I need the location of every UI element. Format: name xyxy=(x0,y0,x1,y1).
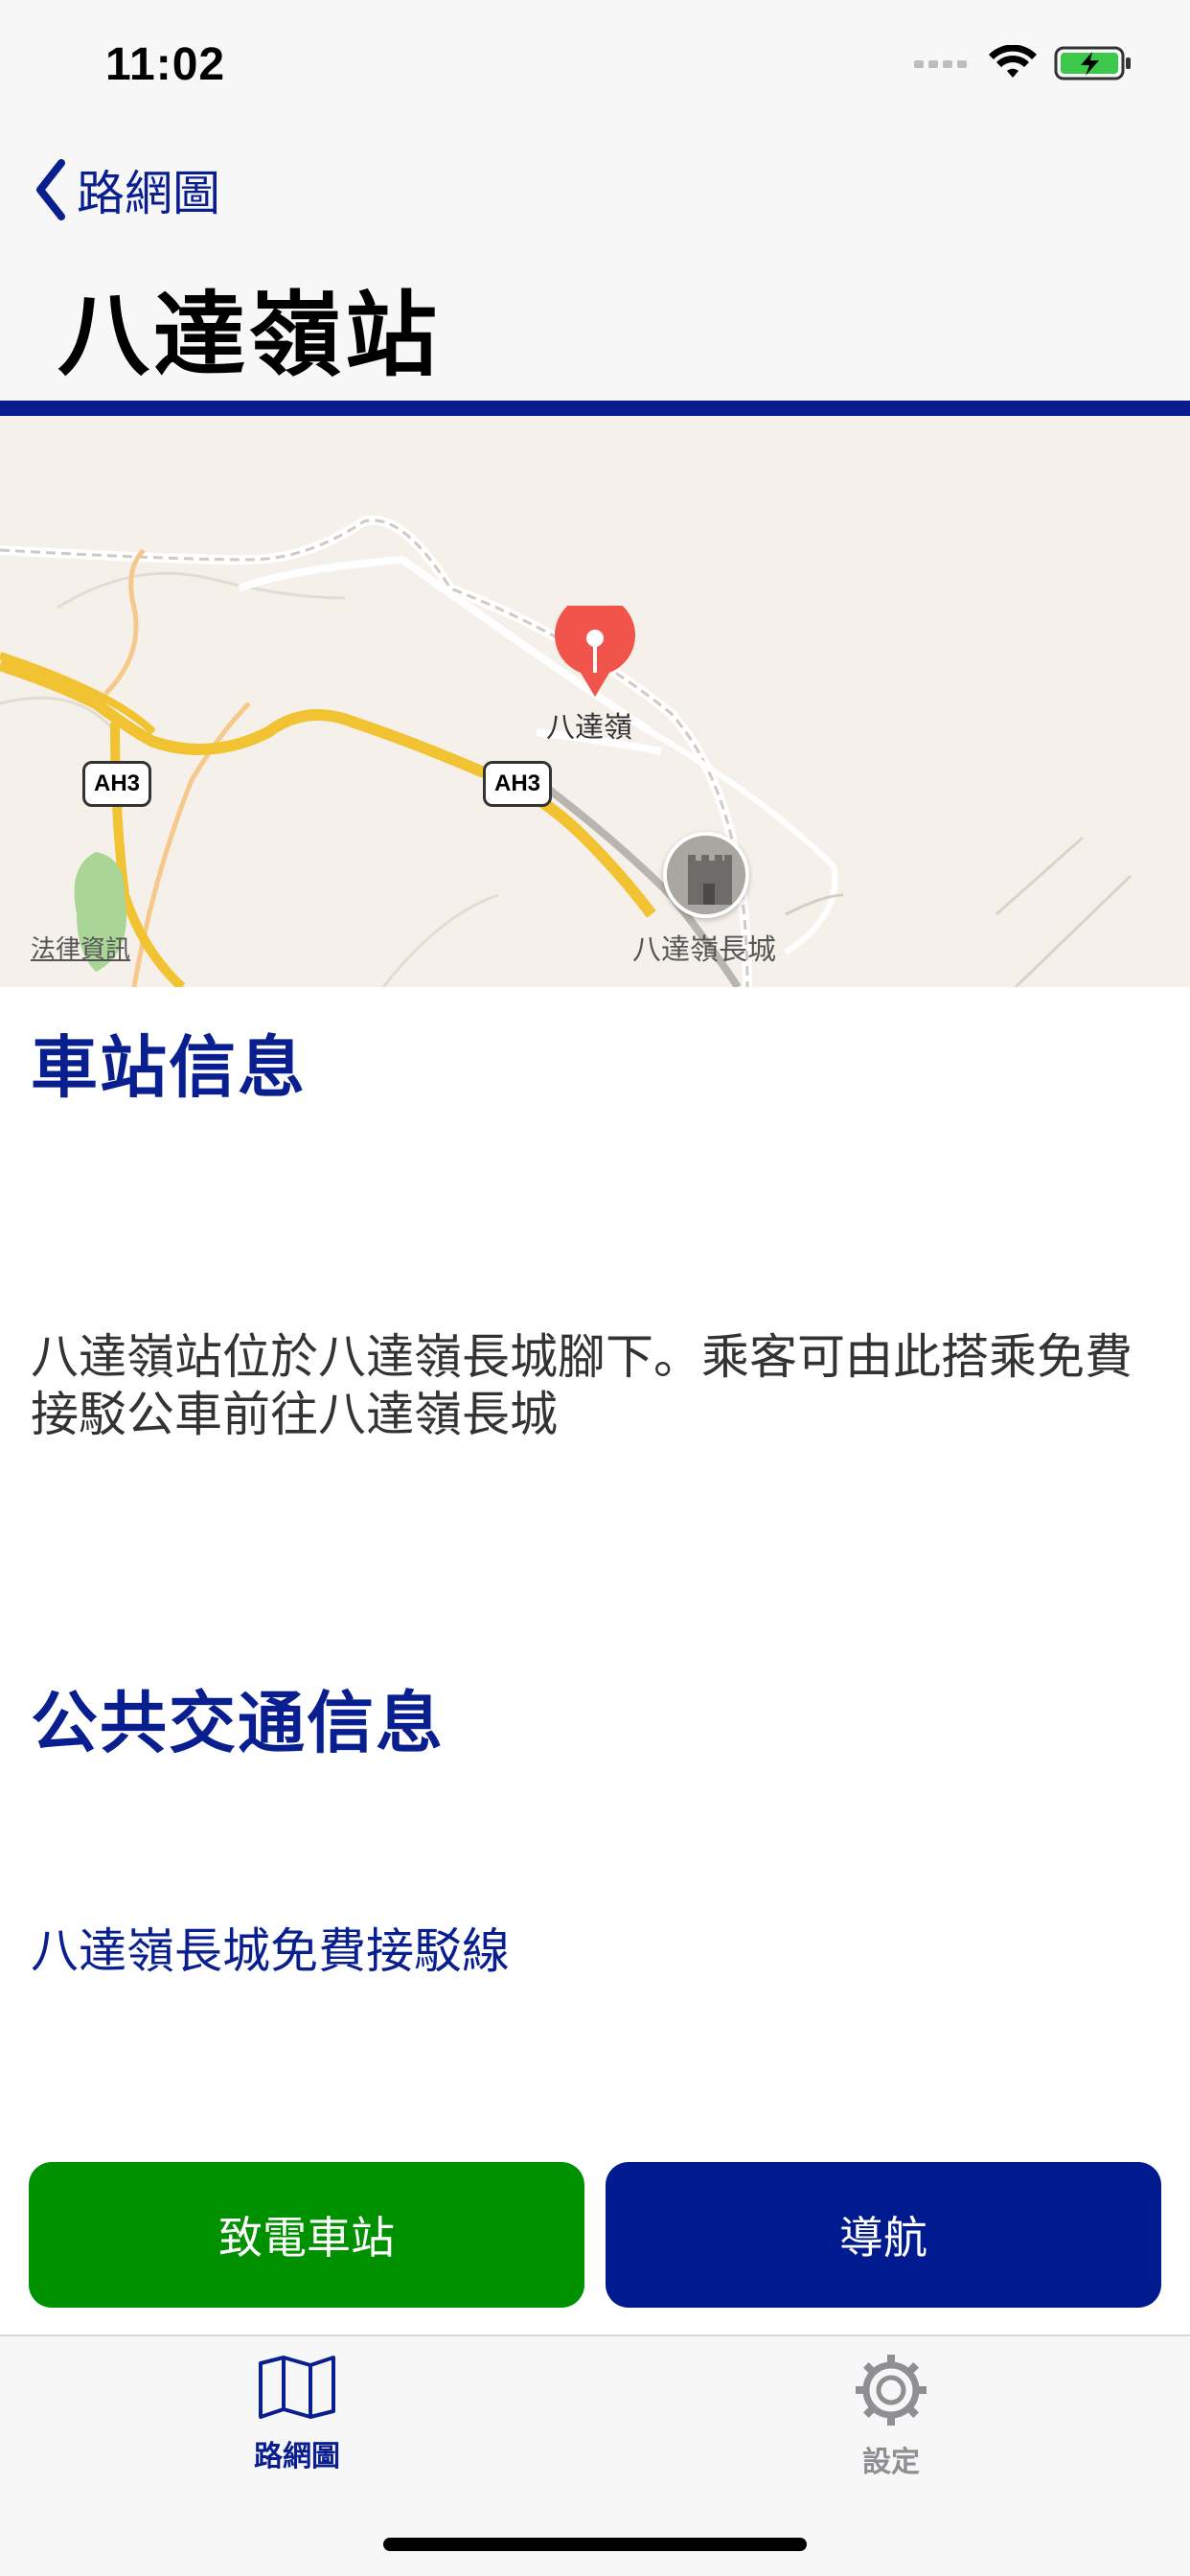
station-info-heading: 車站信息 xyxy=(31,1028,307,1107)
tab-network-map[interactable]: 路網圖 xyxy=(201,2354,393,2474)
route-shield: AH3 xyxy=(82,761,151,807)
status-bar: 11:02 xyxy=(0,0,1190,126)
tab-label: 設定 xyxy=(862,2446,920,2479)
landmark-label: 八達嶺長城 xyxy=(632,933,776,967)
tab-bar: 路網圖 設定 xyxy=(0,2334,1190,2576)
location-pin-icon[interactable] xyxy=(552,606,638,702)
status-icons xyxy=(914,44,1133,82)
header-divider xyxy=(0,401,1190,416)
map-view[interactable]: AH3 AH3 八達嶺 八達嶺長城 法律資訊 xyxy=(0,416,1190,987)
route-shield: AH3 xyxy=(483,761,552,807)
chevron-left-icon xyxy=(36,159,65,220)
station-description: 八達嶺站位於八達嶺長城腳下。乘客可由此搭乘免費接駁公車前往八達嶺長城 xyxy=(31,1329,1133,1442)
tab-settings[interactable]: 設定 xyxy=(795,2354,987,2480)
landmark-icon xyxy=(667,836,745,914)
page-title: 八達嶺站 xyxy=(57,282,441,389)
call-station-button[interactable]: 致電車站 xyxy=(29,2162,584,2308)
status-time: 11:02 xyxy=(105,39,226,90)
back-button[interactable]: 路網圖 xyxy=(33,155,220,224)
gear-icon xyxy=(856,2355,927,2426)
wifi-icon xyxy=(989,45,1037,78)
back-label: 路網圖 xyxy=(77,166,220,221)
signal-icon xyxy=(914,60,967,68)
navigate-button[interactable]: 導航 xyxy=(606,2162,1161,2308)
transit-info-heading: 公共交通信息 xyxy=(31,1684,445,1762)
pin-label: 八達嶺 xyxy=(546,711,632,745)
home-indicator[interactable] xyxy=(383,2538,807,2551)
legal-link[interactable]: 法律資訊 xyxy=(31,930,130,965)
nav-header: 路網圖 八達嶺站 xyxy=(0,126,1190,402)
tab-label: 路網圖 xyxy=(254,2440,340,2473)
landmark-thumbnail[interactable] xyxy=(663,832,749,918)
battery-charging-icon xyxy=(1054,46,1131,80)
map-roads xyxy=(0,515,1133,987)
map-icon xyxy=(259,2356,335,2419)
transit-line-item[interactable]: 八達嶺長城免費接駁線 xyxy=(31,1913,510,1982)
